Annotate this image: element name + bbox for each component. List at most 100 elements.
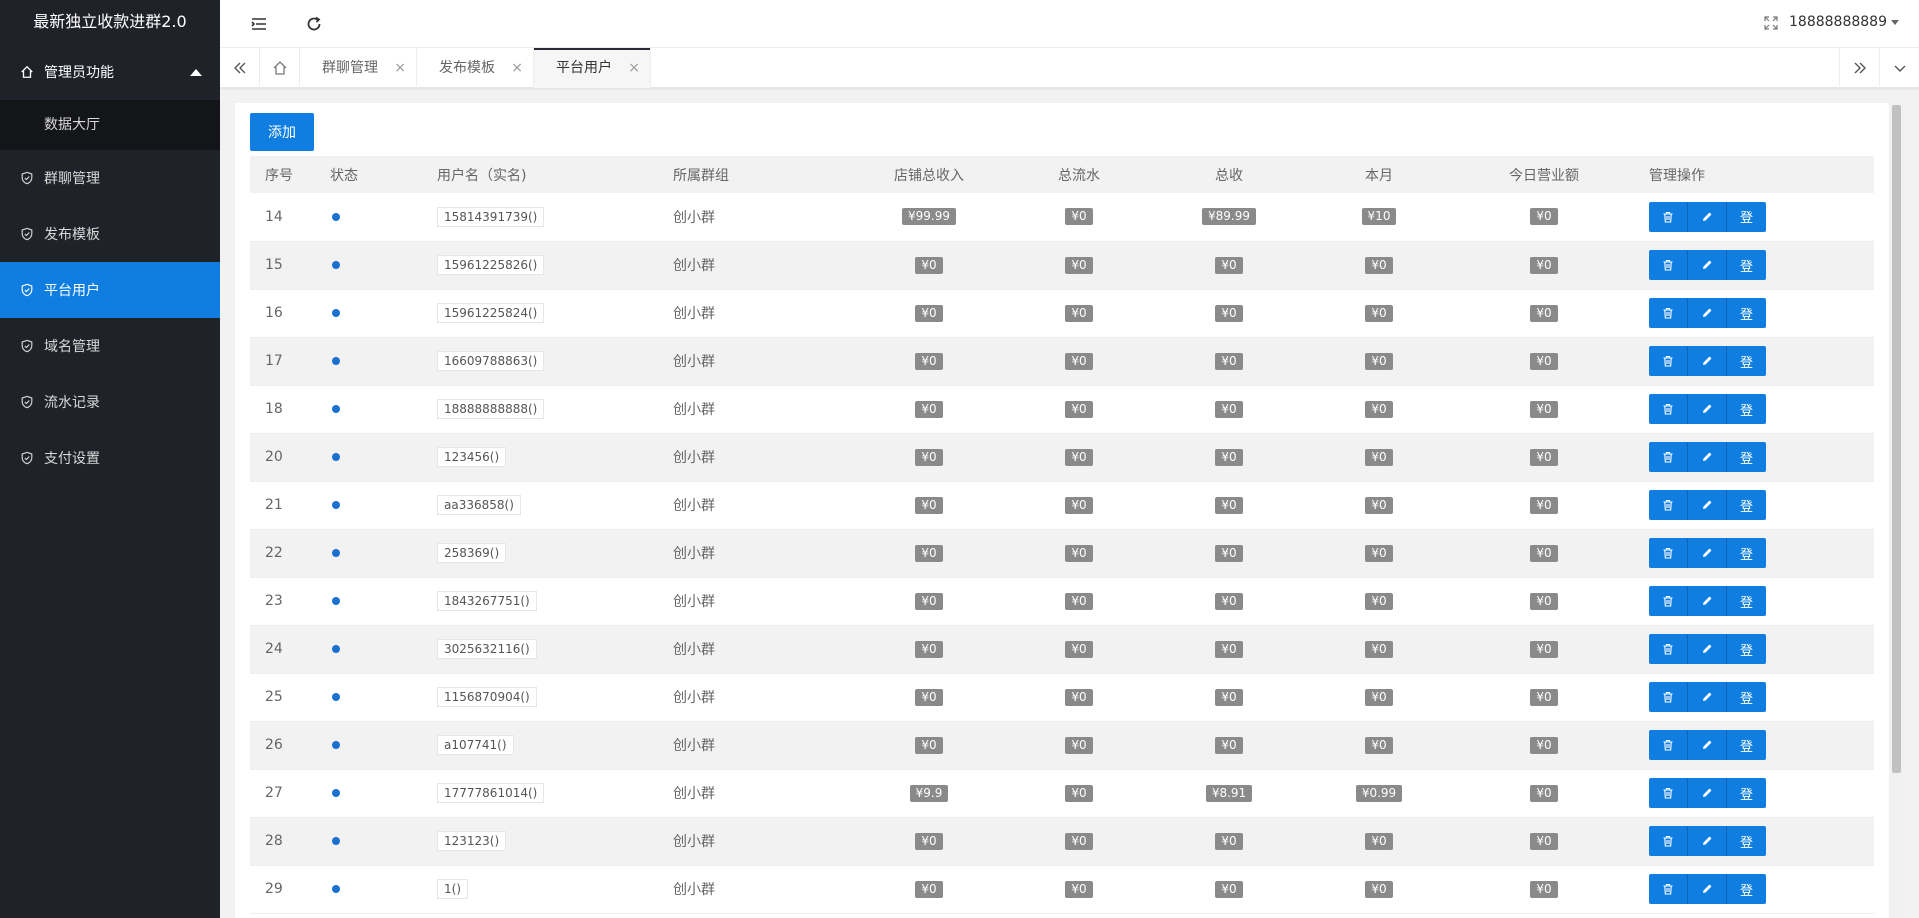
edit-button[interactable] [1688, 826, 1727, 856]
tab-0[interactable]: 群聊管理 × [300, 48, 417, 88]
username-tag: 258369() [437, 543, 507, 563]
sidebar-item-label: 流水记录 [44, 395, 100, 411]
refresh-icon[interactable] [303, 13, 325, 35]
user-menu[interactable]: 18888888889 [1789, 14, 1899, 30]
delete-button[interactable] [1649, 298, 1688, 328]
login-button[interactable]: 登 [1727, 298, 1766, 328]
edit-button[interactable] [1688, 586, 1727, 616]
edit-button[interactable] [1688, 874, 1727, 904]
delete-button[interactable] [1649, 490, 1688, 520]
close-icon[interactable]: × [511, 48, 523, 88]
login-button[interactable]: 登 [1727, 201, 1766, 232]
today-badge: ¥0 [1530, 640, 1558, 658]
edit-button[interactable] [1688, 346, 1727, 376]
fullscreen-icon[interactable] [1763, 15, 1779, 31]
login-button[interactable]: 登 [1727, 826, 1766, 856]
income-badge: ¥0 [915, 736, 943, 754]
today-badge: ¥0 [1530, 448, 1558, 466]
tab-menu-chevron-down-icon[interactable] [1879, 48, 1919, 88]
edit-button[interactable] [1688, 394, 1727, 424]
delete-button[interactable] [1649, 538, 1688, 568]
delete-button[interactable] [1649, 778, 1688, 808]
edit-button[interactable] [1688, 250, 1727, 280]
delete-button[interactable] [1649, 394, 1688, 424]
total-badge: ¥0 [1215, 592, 1243, 610]
delete-button[interactable] [1649, 586, 1688, 616]
delete-button[interactable] [1649, 826, 1688, 856]
row-id: 16 [265, 305, 283, 321]
login-button[interactable]: 登 [1727, 682, 1766, 712]
month-badge: ¥0 [1365, 880, 1393, 898]
sidebar-item-0[interactable]: 群聊管理 [0, 150, 220, 206]
edit-button[interactable] [1688, 538, 1727, 568]
login-button[interactable]: 登 [1727, 538, 1766, 568]
delete-button[interactable] [1649, 442, 1688, 472]
sidebar-group-admin[interactable]: 管理员功能 [0, 44, 220, 100]
delete-button[interactable] [1649, 201, 1688, 232]
table-row: 28 123123() 创小群 ¥0 ¥0 ¥0 ¥0 ¥0 登 [250, 817, 1874, 865]
trash-icon [1662, 499, 1674, 511]
login-button[interactable]: 登 [1727, 346, 1766, 376]
login-button[interactable]: 登 [1727, 394, 1766, 424]
delete-button[interactable] [1649, 682, 1688, 712]
close-icon[interactable]: × [394, 48, 406, 88]
delete-button[interactable] [1649, 634, 1688, 664]
table-row: 17 16609788863() 创小群 ¥0 ¥0 ¥0 ¥0 ¥0 登 [250, 337, 1874, 385]
sidebar-item-5[interactable]: 支付设置 [0, 430, 220, 486]
edit-button[interactable] [1688, 634, 1727, 664]
income-badge: ¥0 [915, 832, 943, 850]
month-badge: ¥0 [1365, 400, 1393, 418]
login-button[interactable]: 登 [1727, 730, 1766, 760]
scrollbar[interactable] [1889, 103, 1904, 918]
income-badge: ¥9.9 [909, 784, 949, 802]
login-button[interactable]: 登 [1727, 634, 1766, 664]
trash-icon [1662, 739, 1674, 751]
edit-button[interactable] [1688, 442, 1727, 472]
delete-button[interactable] [1649, 874, 1688, 904]
close-icon[interactable]: × [628, 48, 640, 88]
edit-button[interactable] [1688, 201, 1727, 232]
app-logo-title[interactable]: 最新独立收款进群2.0 [0, 0, 220, 44]
edit-button[interactable] [1688, 490, 1727, 520]
edit-button[interactable] [1688, 730, 1727, 760]
menu-fold-icon[interactable] [248, 13, 270, 35]
sidebar-subitem-dashboard[interactable]: 数据大厅 [0, 100, 220, 150]
status-dot [332, 693, 340, 701]
delete-button[interactable] [1649, 346, 1688, 376]
month-badge: ¥0 [1365, 592, 1393, 610]
table-row: 22 258369() 创小群 ¥0 ¥0 ¥0 ¥0 ¥0 登 [250, 529, 1874, 577]
flow-badge: ¥0 [1065, 352, 1093, 370]
login-button[interactable]: 登 [1727, 490, 1766, 520]
username-tag: 17777861014() [437, 783, 545, 803]
pencil-icon [1701, 547, 1713, 559]
row-id: 20 [265, 449, 283, 465]
edit-button[interactable] [1688, 682, 1727, 712]
delete-button[interactable] [1649, 250, 1688, 280]
group-cell: 创小群 [673, 642, 715, 658]
tab-scroll-right-icon[interactable] [1839, 48, 1879, 88]
tab-home-icon[interactable] [260, 48, 300, 88]
sidebar-item-1[interactable]: 发布模板 [0, 206, 220, 262]
sidebar-item-4[interactable]: 流水记录 [0, 374, 220, 430]
tab-2[interactable]: 平台用户 × [534, 48, 651, 88]
status-dot [332, 357, 340, 365]
delete-button[interactable] [1649, 730, 1688, 760]
today-badge: ¥0 [1530, 256, 1558, 274]
table-row: 29 1() 创小群 ¥0 ¥0 ¥0 ¥0 ¥0 登 [250, 865, 1874, 913]
tab-scroll-left-icon[interactable] [220, 48, 260, 88]
login-button[interactable]: 登 [1727, 586, 1766, 616]
sidebar-item-2[interactable]: 平台用户 [0, 262, 220, 318]
shield-check-icon [20, 339, 34, 353]
login-button[interactable]: 登 [1727, 250, 1766, 280]
column-header: 总收 [1215, 167, 1243, 184]
add-button[interactable]: 添加 [250, 113, 314, 151]
login-button[interactable]: 登 [1727, 778, 1766, 808]
edit-button[interactable] [1688, 778, 1727, 808]
edit-button[interactable] [1688, 298, 1727, 328]
income-badge: ¥0 [915, 640, 943, 658]
tab-1[interactable]: 发布模板 × [417, 48, 534, 88]
scrollbar-thumb[interactable] [1892, 105, 1901, 773]
sidebar-item-3[interactable]: 域名管理 [0, 318, 220, 374]
login-button[interactable]: 登 [1727, 874, 1766, 904]
login-button[interactable]: 登 [1727, 442, 1766, 472]
